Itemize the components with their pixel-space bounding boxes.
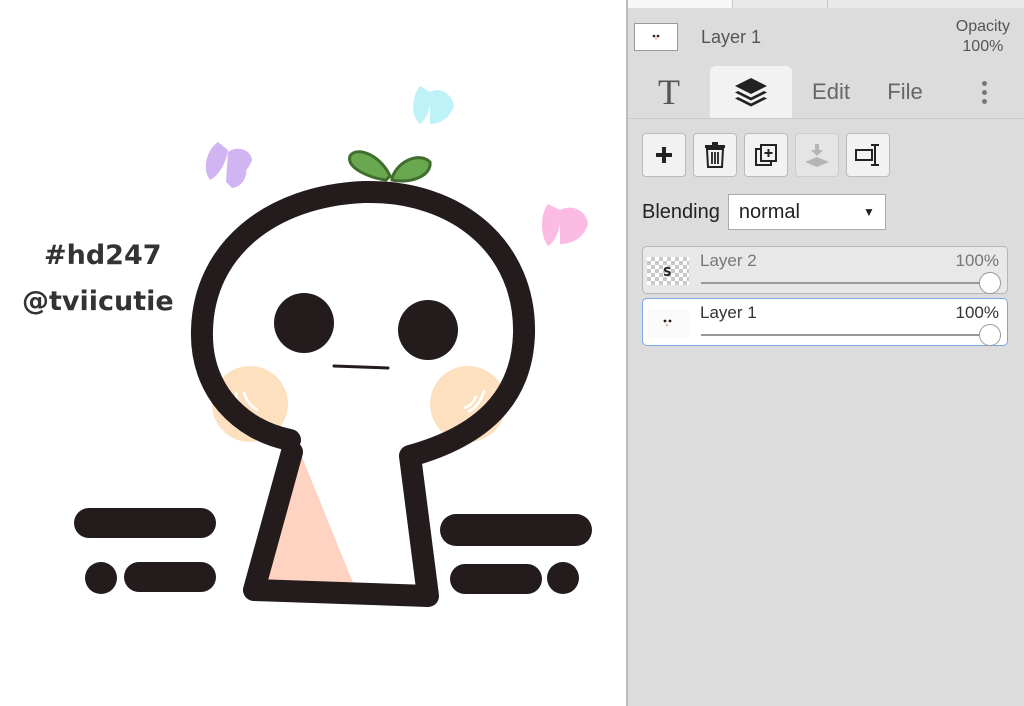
more-vertical-icon [981,80,987,104]
top-strip-segment[interactable] [733,0,828,8]
opacity-readout: Opacity 100% [956,17,1010,57]
blending-select[interactable]: normal ▼ [727,194,886,230]
current-layer-header: Layer 1 Opacity 100% [628,8,1024,64]
blending-row: Blending normal ▼ [642,193,886,231]
delete-layer-button[interactable] [693,133,737,177]
panel-tabs: T Edit File [628,66,1024,119]
thumbnail-preview-icon [663,319,672,327]
layer-thumbnail [647,309,689,337]
merge-down-button[interactable] [795,133,839,177]
current-layer-name: Layer 1 [701,27,762,47]
add-layer-button[interactable] [642,133,686,177]
caption-hashtag: #hd247 [44,240,162,271]
opacity-value: 100% [962,38,1004,55]
duplicate-layer-button[interactable] [744,133,788,177]
layer-name: Layer 1 [700,303,757,322]
layer-row-layer-1[interactable]: Layer 1 100% [642,298,1008,346]
current-layer-thumbnail[interactable] [634,23,678,51]
butterfly-pink [542,204,588,246]
opacity-slider-track[interactable] [701,334,987,336]
layer-row-layer-2[interactable]: S Layer 2 100% [642,246,1008,294]
artwork [74,86,592,607]
top-strip [628,0,1024,8]
layer-toolbar [642,133,890,179]
sprout [348,150,432,183]
layer-opacity: 100% [955,251,999,270]
svg-text:S: S [663,265,672,279]
tab-text[interactable]: T [638,66,700,118]
layer-opacity: 100% [955,303,999,322]
plus-icon [656,147,672,163]
text-tool-icon: T [658,72,680,112]
opacity-slider-handle[interactable] [979,272,1001,294]
thumbnail-preview-icon: S [663,265,672,279]
tab-layers[interactable] [710,66,792,118]
layers-icon [735,78,767,107]
merge-down-icon [805,144,829,167]
top-strip-segment[interactable] [628,0,733,8]
layer-name: Layer 2 [700,251,757,270]
caption-handle: @tviicutie [22,286,174,317]
trash-icon [705,142,725,168]
tab-file[interactable]: File [874,66,936,118]
rename-layer-button[interactable] [846,133,890,177]
rename-icon [855,144,879,166]
lines-right [440,514,592,594]
thumbnail-preview-icon [652,34,660,40]
blending-value: normal [738,200,800,223]
dropdown-caret-icon: ▼ [862,205,875,219]
opacity-slider-handle[interactable] [979,324,1001,346]
tab-more[interactable] [964,66,1004,118]
blending-label: Blending [642,200,720,223]
layer-thumbnail: S [647,257,689,285]
opacity-slider-track[interactable] [701,282,987,284]
layers-panel: Layer 1 Opacity 100% T Edit File Blendin… [628,0,1024,706]
tab-edit[interactable]: Edit [800,66,862,118]
butterfly-purple [205,142,252,188]
duplicate-icon [755,144,777,166]
layer-list: S Layer 2 100% Layer 1 100% [642,246,1008,350]
lines-left [74,508,216,594]
butterfly-blue [413,86,454,124]
drawing-canvas[interactable]: #hd247 @tviicutie [0,0,626,706]
opacity-label: Opacity [955,18,1010,35]
